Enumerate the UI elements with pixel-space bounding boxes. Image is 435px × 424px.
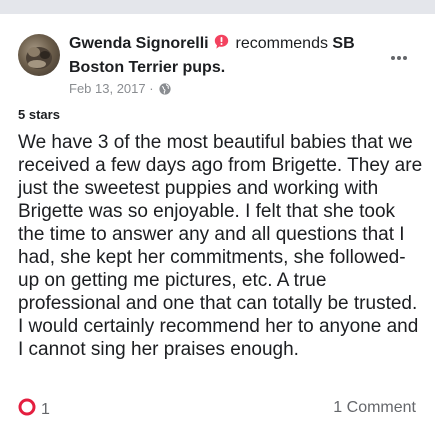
reaction-summary[interactable]: 1 <box>18 398 50 421</box>
post-date[interactable]: Feb 13, 2017 <box>69 81 146 96</box>
recommend-icon <box>214 34 229 57</box>
post-headline: Gwenda Signorelli recommends SB Boston T… <box>69 33 379 79</box>
author-name[interactable]: Gwenda Signorelli <box>69 35 209 52</box>
review-text: We have 3 of the most beautiful babies t… <box>18 132 423 360</box>
globe-icon <box>159 82 171 100</box>
post-footer: 1 1 Comment <box>18 398 416 420</box>
meta-separator: · <box>149 81 154 96</box>
recommend-action: recommends <box>235 35 328 52</box>
reaction-count: 1 <box>41 400 50 418</box>
rating-label: 5 stars <box>18 107 60 122</box>
review-post-card: Gwenda Signorelli recommends SB Boston T… <box>0 14 435 424</box>
comment-count-link[interactable]: 1 Comment <box>333 399 416 417</box>
top-divider-strip <box>0 0 435 14</box>
post-header: Gwenda Signorelli recommends SB Boston T… <box>69 33 379 100</box>
more-options-icon[interactable] <box>388 50 410 60</box>
avatar[interactable] <box>18 34 60 76</box>
post-meta: Feb 13, 2017 · <box>69 80 379 100</box>
heart-reaction-icon <box>18 398 36 421</box>
